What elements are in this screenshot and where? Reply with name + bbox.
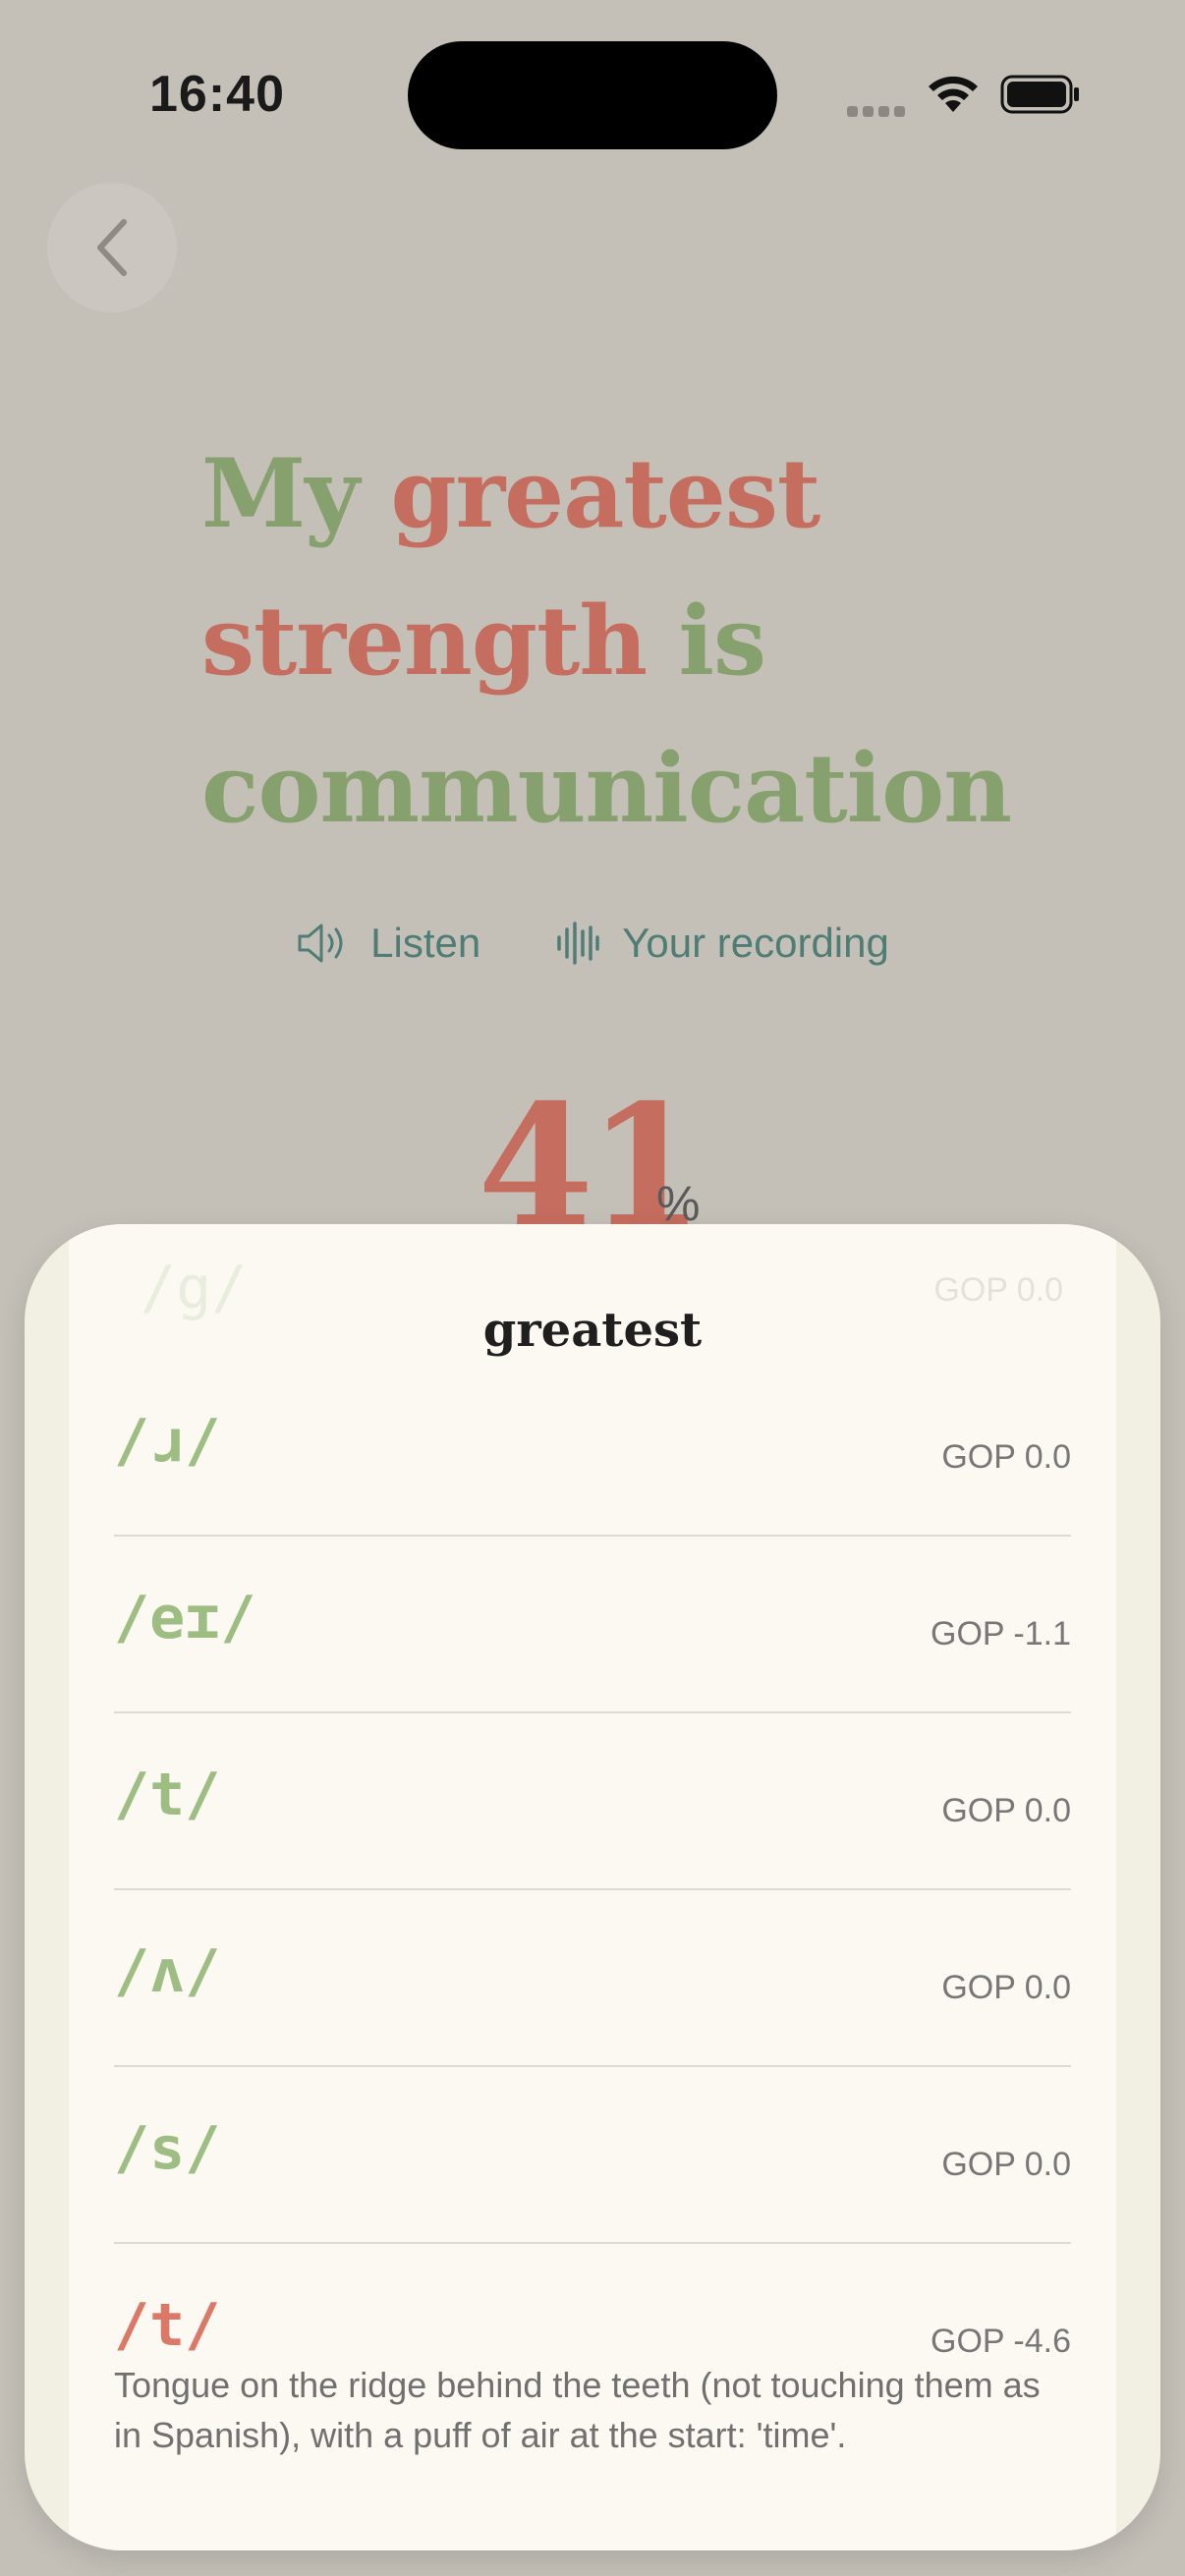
phoneme-symbol: /ʌ/ [114, 1937, 221, 2006]
audio-controls: Listen Your recording [0, 920, 1185, 967]
phoneme-symbol: /eɪ/ [114, 1584, 256, 1652]
status-time: 16:40 [149, 66, 285, 123]
chevron-left-icon [97, 219, 127, 276]
sentence-word[interactable]: strength [201, 586, 648, 697]
phoneme-list: /ɹ/ GOP 0.0 /eɪ/ GOP -1.1 /t/ GOP 0.0 /ʌ… [114, 1360, 1071, 2499]
pronunciation-tip: Tongue on the ridge behind the teeth (no… [114, 2365, 1041, 2455]
gop-score: GOP -4.6 [931, 2323, 1071, 2360]
phoneme-symbol: /t/ [114, 1761, 221, 1829]
phoneme-row[interactable]: /s/ GOP 0.0 [114, 2067, 1071, 2244]
phoneme-symbol: /t/ [114, 2291, 221, 2360]
cellular-signal-icon [847, 102, 910, 121]
sentence-word[interactable]: greatest [390, 438, 820, 549]
phoneme-row[interactable]: /t/ GOP 0.0 [114, 1713, 1071, 1890]
gop-score: GOP 0.0 [941, 1438, 1071, 1476]
sheet-title: greatest [482, 1303, 703, 1358]
status-bar: 16:40 [0, 0, 1185, 187]
practice-sentence: My greatest strength is communication [201, 420, 1086, 863]
gop-score: GOP 0.0 [941, 1969, 1071, 2006]
wifi-icon [929, 76, 978, 112]
waveform-icon [557, 922, 599, 965]
sentence-word[interactable]: is [679, 586, 767, 697]
your-recording-button[interactable]: Your recording [555, 920, 889, 967]
phoneme-symbol: /ɹ/ [114, 1407, 221, 1476]
back-button[interactable] [47, 183, 177, 312]
listen-button[interactable]: Listen [296, 920, 480, 967]
phoneme-row-error[interactable]: /t/ GOP -4.6 Tongue on the ridge behind … [114, 2244, 1071, 2499]
listen-label: Listen [370, 920, 481, 966]
gop-score: GOP 0.0 [941, 2146, 1071, 2183]
phoneme-row[interactable]: /eɪ/ GOP -1.1 [114, 1537, 1071, 1713]
sentence-word[interactable]: My [201, 438, 360, 549]
battery-icon [1000, 75, 1079, 114]
phoneme-row[interactable]: /ʌ/ GOP 0.0 [114, 1890, 1071, 2067]
speaker-icon [298, 924, 343, 963]
dynamic-island [408, 41, 777, 149]
your-recording-label: Your recording [622, 920, 889, 966]
gop-score: GOP -1.1 [931, 1615, 1071, 1652]
sentence-word[interactable]: communication [201, 733, 1012, 844]
phoneme-symbol: /s/ [114, 2114, 221, 2183]
gop-score: GOP 0.0 [941, 1792, 1071, 1829]
phoneme-row[interactable]: /ɹ/ GOP 0.0 [114, 1360, 1071, 1537]
